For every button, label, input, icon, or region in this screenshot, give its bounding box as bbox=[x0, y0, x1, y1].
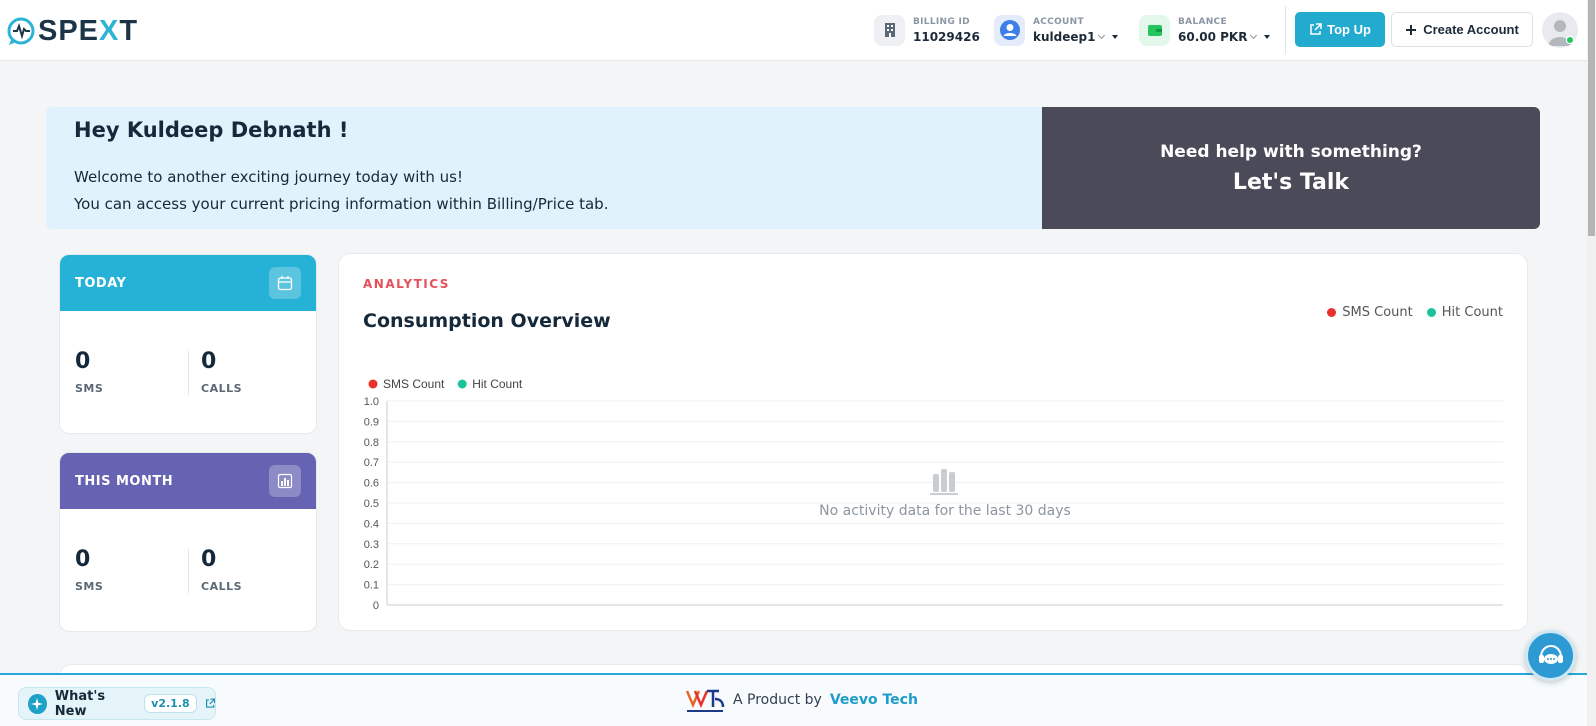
product-prefix: A Product by bbox=[733, 692, 822, 708]
today-sms-value: 0 bbox=[75, 349, 91, 374]
balance-selector[interactable]: BALANCE 60.00 PKR bbox=[1139, 14, 1271, 46]
chart-legend-dot bbox=[368, 379, 378, 389]
today-title: TODAY bbox=[75, 275, 127, 291]
top-up-button[interactable]: Top Up bbox=[1295, 12, 1385, 47]
top-up-label: Top Up bbox=[1327, 22, 1371, 37]
account-value: kuldeep1 bbox=[1033, 29, 1096, 44]
balance-label: BALANCE bbox=[1178, 16, 1227, 27]
today-calls-label: CALLS bbox=[201, 382, 243, 395]
y-tick-label: 0.9 bbox=[364, 416, 379, 428]
building-icon bbox=[874, 14, 905, 46]
top-header: SPEXT BILLING ID 11029426 ACCOUNT kuldee… bbox=[0, 0, 1587, 61]
month-calls-stat: 0 CALLS bbox=[188, 549, 301, 593]
create-account-button[interactable]: Create Account bbox=[1391, 12, 1533, 47]
version-badge: v2.1.8 bbox=[144, 694, 197, 713]
analytics-panel: ANALYTICS Consumption Overview SMS Count… bbox=[338, 253, 1528, 631]
external-link-icon bbox=[1310, 23, 1322, 35]
welcome-line-2: You can access your current pricing info… bbox=[74, 195, 609, 213]
help-question: Need help with something? bbox=[1160, 141, 1422, 162]
month-sms-value: 0 bbox=[75, 547, 91, 572]
today-sms-stat: 0 SMS bbox=[75, 349, 188, 396]
y-tick-label: 0.8 bbox=[364, 437, 379, 449]
caret-down-icon bbox=[1264, 34, 1271, 39]
spext-logo[interactable]: SPEXT bbox=[6, 14, 138, 48]
billing-id-value: 11029426 bbox=[913, 29, 980, 44]
product-credit: A Product by Veevo Tech bbox=[685, 685, 918, 715]
today-stats-card: TODAY 0 SMS 0 CALLS bbox=[59, 254, 317, 434]
y-tick-label: 0.5 bbox=[364, 498, 379, 510]
today-card-header: TODAY bbox=[60, 255, 316, 311]
empty-bar bbox=[941, 469, 947, 492]
online-status-dot bbox=[1566, 36, 1574, 44]
balance-value: 60.00 PKR bbox=[1178, 29, 1248, 44]
header-divider bbox=[1285, 6, 1286, 54]
logo-mark-icon bbox=[7, 17, 35, 45]
y-tick-label: 1.0 bbox=[364, 396, 379, 408]
today-calls-stat: 0 CALLS bbox=[188, 351, 301, 395]
calendar-icon bbox=[269, 267, 301, 299]
today-sms-label: SMS bbox=[75, 382, 104, 395]
y-tick-label: 0.1 bbox=[364, 580, 379, 592]
external-link-icon bbox=[205, 698, 215, 708]
whats-new-label: What's New bbox=[54, 688, 106, 719]
chevron-down-icon bbox=[1250, 31, 1258, 39]
month-sms-label: SMS bbox=[75, 580, 104, 593]
billing-id-block: BILLING ID 11029426 bbox=[874, 14, 980, 46]
logo-text: SPEXT bbox=[38, 14, 139, 47]
y-tick-label: 0.4 bbox=[364, 518, 379, 530]
y-tick-label: 0.2 bbox=[364, 559, 379, 571]
user-icon bbox=[994, 14, 1025, 46]
chart-legend-label: SMS Count bbox=[383, 377, 445, 391]
month-stats-card: THIS MONTH 0 SMS 0 CALLS bbox=[59, 452, 317, 632]
scrollbar-thumb[interactable] bbox=[1588, 0, 1595, 236]
y-tick-label: 0.7 bbox=[364, 457, 379, 469]
month-title: THIS MONTH bbox=[75, 473, 174, 489]
account-selector[interactable]: ACCOUNT kuldeep1 bbox=[994, 14, 1119, 46]
welcome-line-1: Welcome to another exciting journey toda… bbox=[74, 168, 463, 186]
help-panel[interactable]: Need help with something? Let's Talk bbox=[1042, 107, 1540, 229]
footer-bar: What's New v2.1.8 A Product by Veevo Tec… bbox=[0, 673, 1587, 726]
empty-bar bbox=[933, 474, 939, 492]
y-tick-label: 0 bbox=[373, 600, 379, 612]
chart-legend-dot bbox=[457, 379, 467, 389]
wallet-icon bbox=[1139, 14, 1170, 46]
veevo-tech-logo-icon bbox=[685, 689, 725, 712]
billing-id-label: BILLING ID bbox=[913, 16, 970, 27]
month-calls-label: CALLS bbox=[201, 580, 243, 593]
empty-state-message: No activity data for the last 30 days bbox=[819, 503, 1071, 519]
caret-down-icon bbox=[1112, 34, 1119, 39]
chart-legend-label: Hit Count bbox=[472, 377, 523, 391]
welcome-banner: Hey Kuldeep Debnath ! Welcome to another… bbox=[46, 107, 1042, 229]
chat-support-icon bbox=[1538, 644, 1563, 664]
month-sms-stat: 0 SMS bbox=[75, 547, 188, 594]
bar-chart-icon bbox=[269, 465, 301, 497]
support-chat-button[interactable] bbox=[1525, 630, 1576, 681]
create-account-label: Create Account bbox=[1423, 22, 1519, 37]
chevron-down-icon bbox=[1098, 31, 1106, 39]
greeting-heading: Hey Kuldeep Debnath ! bbox=[74, 118, 349, 142]
month-calls-value: 0 bbox=[201, 547, 217, 572]
y-tick-label: 0.3 bbox=[364, 539, 379, 551]
account-label: ACCOUNT bbox=[1033, 16, 1084, 27]
empty-bar bbox=[949, 472, 955, 492]
consumption-chart: 0 0.1 0.2 0.3 0.4 0.5 0.6 0.7 0.8 0.9 1.0 SMS Count… bbox=[364, 377, 1503, 612]
sparkle-icon bbox=[28, 693, 47, 714]
lets-talk-link[interactable]: Let's Talk bbox=[1233, 170, 1349, 195]
whats-new-button[interactable]: What's New v2.1.8 bbox=[18, 687, 216, 720]
today-calls-value: 0 bbox=[201, 349, 217, 374]
month-card-header: THIS MONTH bbox=[60, 453, 316, 509]
veevo-tech-link[interactable]: Veevo Tech bbox=[830, 692, 918, 708]
y-tick-label: 0.6 bbox=[364, 478, 379, 490]
plus-icon bbox=[1406, 24, 1417, 35]
